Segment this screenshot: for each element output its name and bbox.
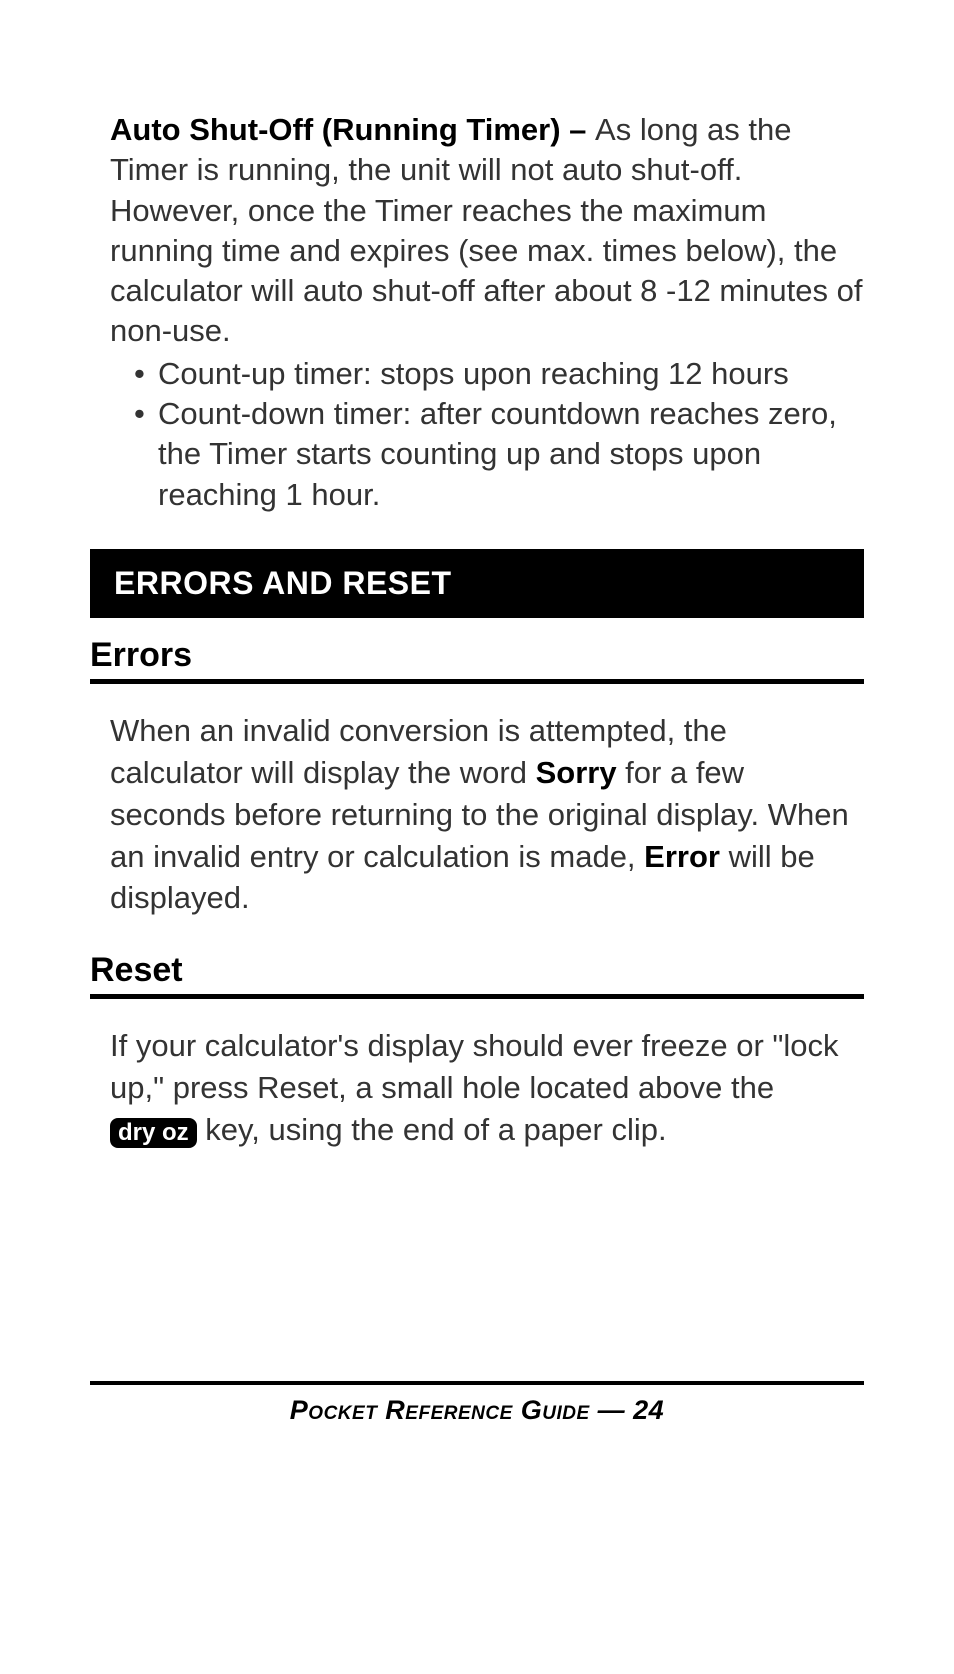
auto-shutoff-title: Auto Shut-Off (Running Timer) – [110,112,595,147]
divider [90,679,864,684]
bullet-item: Count-up timer: stops upon reaching 12 h… [134,354,864,394]
errors-heading: Errors [90,636,864,675]
footer-divider [90,1381,864,1385]
divider [90,994,864,999]
section-bar-errors-reset: ERRORS AND RESET [90,549,864,618]
dry-oz-key-label: dry oz [110,1118,197,1148]
sorry-word: Sorry [536,755,617,790]
auto-shutoff-section: Auto Shut-Off (Running Timer) – As long … [90,110,864,515]
bullet-item: Count-down timer: after countdown reache… [134,394,864,515]
reset-body: If your calculator's display should ever… [90,1025,864,1151]
page-content: Auto Shut-Off (Running Timer) – As long … [0,0,954,1151]
footer-text: Pocket Reference Guide — 24 [90,1395,864,1426]
errors-body: When an invalid conversion is attempted,… [90,710,864,919]
error-word: Error [644,839,720,874]
bullet-list: Count-up timer: stops upon reaching 12 h… [110,354,864,515]
auto-shutoff-body: As long as the Timer is running, the uni… [110,112,862,348]
reset-heading: Reset [90,951,864,990]
page-footer: Pocket Reference Guide — 24 [90,1381,864,1426]
